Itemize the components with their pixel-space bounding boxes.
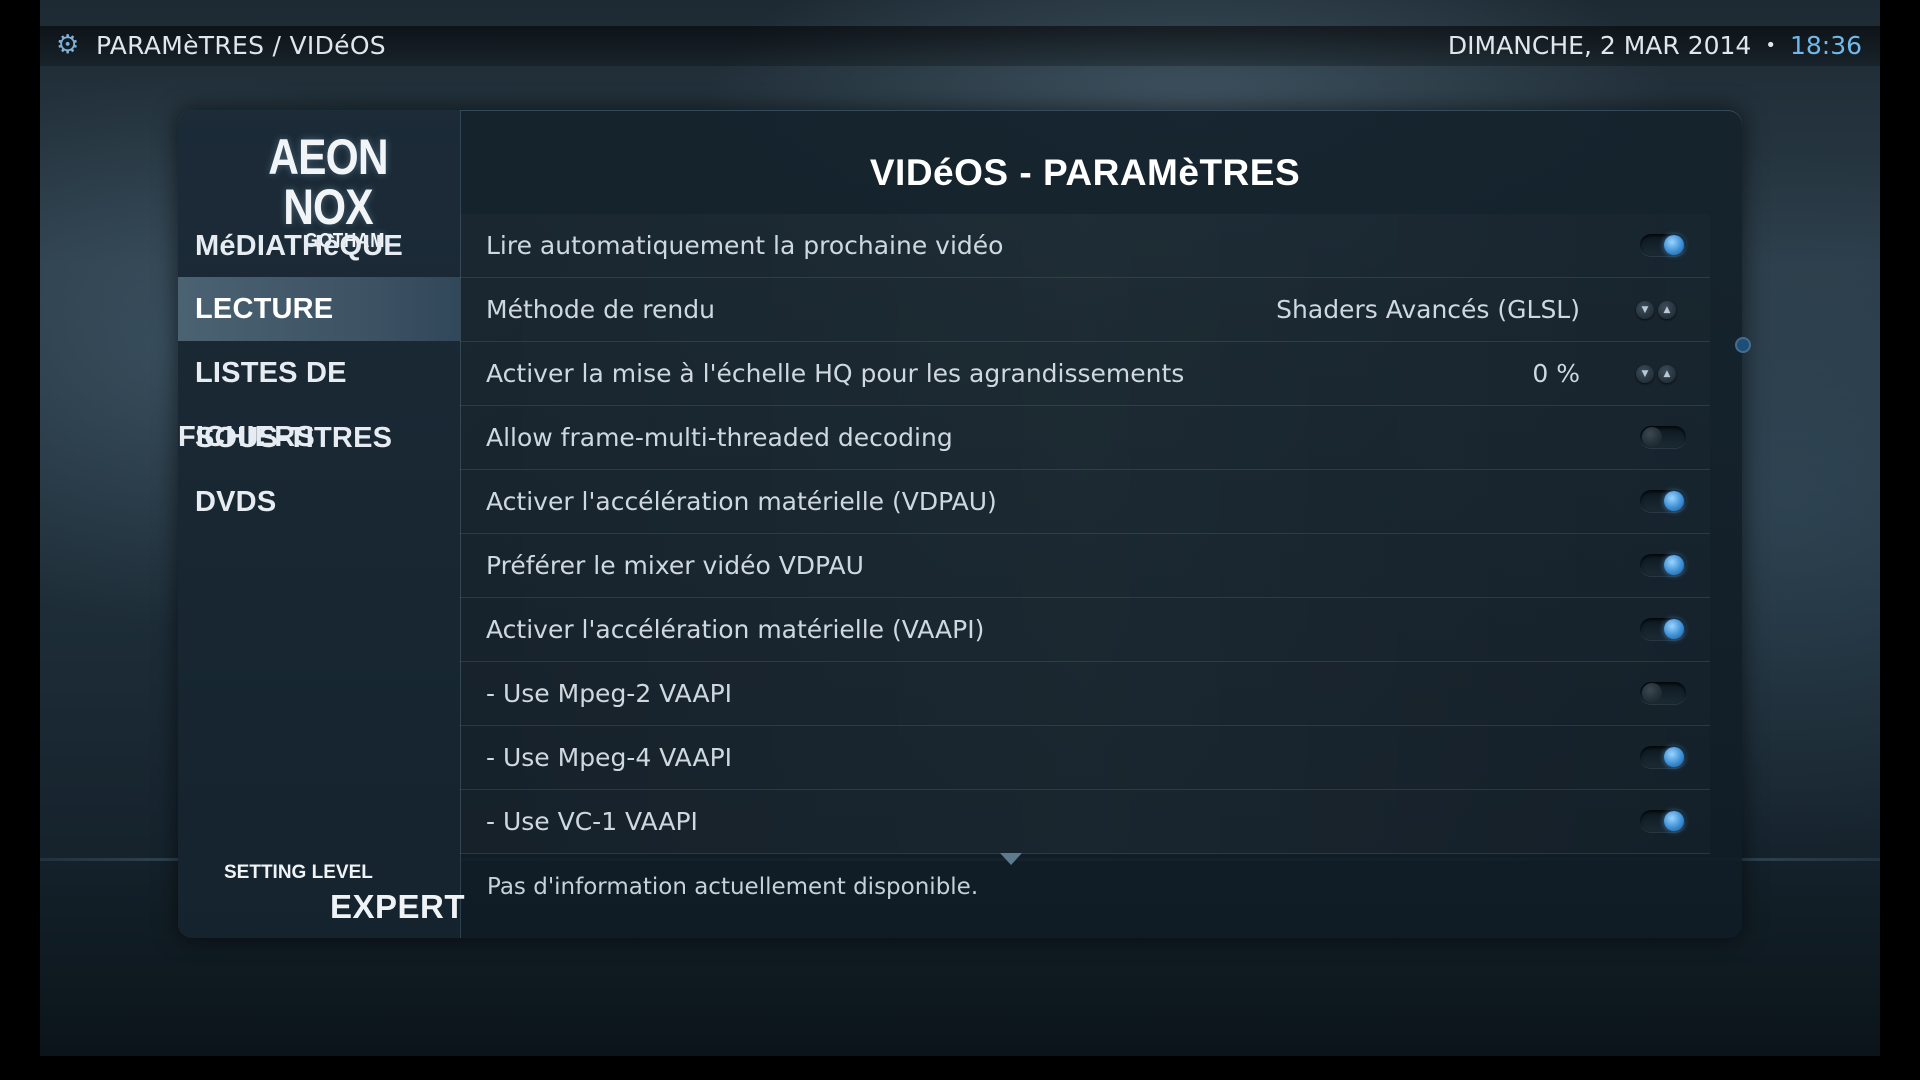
spinner-control[interactable]: ▼ ▲: [1636, 301, 1680, 319]
category-sous-titres[interactable]: SOUS-TITRES: [178, 406, 460, 470]
toggle-knob: [1664, 747, 1684, 767]
toggle-knob: [1664, 555, 1684, 575]
setting-label: Activer l'accélération matérielle (VDPAU…: [486, 487, 997, 516]
toggle-switch[interactable]: [1640, 746, 1686, 768]
setting-label: - Use VC-1 VAAPI: [486, 807, 698, 836]
setting-label: - Use Mpeg-4 VAAPI: [486, 743, 733, 772]
spinner-control[interactable]: ▼ ▲: [1636, 365, 1680, 383]
toggle-switch[interactable]: [1640, 618, 1686, 640]
clock-separator: •: [1765, 34, 1776, 56]
toggle-switch[interactable]: [1640, 234, 1686, 256]
toggle-switch[interactable]: [1640, 490, 1686, 512]
date: DIMANCHE, 2 MAR 2014: [1447, 30, 1752, 60]
setting-label: Allow frame-multi-threaded decoding: [486, 423, 953, 452]
clock: DIMANCHE, 2 MAR 2014 • 18:36: [1448, 28, 1862, 62]
toggle-switch[interactable]: [1640, 426, 1686, 448]
category-lecture[interactable]: LECTURE: [178, 277, 460, 341]
toggle-knob: [1642, 427, 1662, 447]
gear-icon: ⚙: [56, 30, 80, 60]
scrollbar-indicator[interactable]: [1737, 339, 1749, 351]
arrow-down-icon[interactable]: ▼: [1636, 301, 1654, 319]
setting-row[interactable]: - Use VC-1 VAAPI: [460, 790, 1710, 854]
breadcrumb-text: PARAMèTRES / VIDéOS: [96, 30, 386, 60]
arrow-up-icon[interactable]: ▲: [1658, 301, 1676, 319]
setting-row[interactable]: Activer l'accélération matérielle (VAAPI…: [460, 598, 1710, 662]
setting-row[interactable]: Allow frame-multi-threaded decoding: [460, 406, 1710, 470]
setting-value: 0 %: [1532, 359, 1580, 388]
setting-row[interactable]: - Use Mpeg-4 VAAPI: [460, 726, 1710, 790]
toggle-switch[interactable]: [1640, 810, 1686, 832]
setting-level-value[interactable]: EXPERT: [330, 888, 465, 926]
setting-level-label: SETTING LEVEL: [224, 862, 373, 883]
toggle-knob: [1664, 491, 1684, 511]
setting-row[interactable]: - Use Mpeg-2 VAAPI: [460, 662, 1710, 726]
scroll-down-indicator-icon[interactable]: [1000, 853, 1022, 865]
setting-label: Méthode de rendu: [486, 295, 715, 324]
toggle-knob: [1664, 235, 1684, 255]
toggle-knob: [1664, 619, 1684, 639]
category-listes-de-fichiers[interactable]: LISTES DE FICHIERS: [178, 341, 460, 453]
category-mediatheque[interactable]: MéDIATHèQUE: [178, 214, 460, 278]
category-dvds[interactable]: DVDS: [178, 470, 460, 534]
setting-label: - Use Mpeg-2 VAAPI: [486, 679, 733, 708]
setting-label: Lire automatiquement la prochaine vidéo: [486, 231, 1004, 260]
setting-value: Shaders Avancés (GLSL): [1276, 295, 1580, 324]
setting-row[interactable]: Activer la mise à l'échelle HQ pour les …: [460, 342, 1710, 406]
time: 18:36: [1789, 30, 1862, 60]
toggle-knob: [1642, 683, 1662, 703]
setting-label: Activer l'accélération matérielle (VAAPI…: [486, 615, 985, 644]
breadcrumb: ⚙ PARAMèTRES / VIDéOS: [56, 28, 386, 62]
toggle-switch[interactable]: [1640, 554, 1686, 576]
setting-row[interactable]: Activer l'accélération matérielle (VDPAU…: [460, 470, 1710, 534]
arrow-up-icon[interactable]: ▲: [1658, 365, 1676, 383]
toggle-knob: [1664, 811, 1684, 831]
setting-label: Préférer le mixer vidéo VDPAU: [486, 551, 864, 580]
toggle-switch[interactable]: [1640, 682, 1686, 704]
setting-label: Activer la mise à l'échelle HQ pour les …: [486, 359, 1185, 388]
arrow-down-icon[interactable]: ▼: [1636, 365, 1654, 383]
setting-row[interactable]: Méthode de rendu Shaders Avancés (GLSL) …: [460, 278, 1710, 342]
setting-row[interactable]: Lire automatiquement la prochaine vidéo: [460, 214, 1710, 278]
setting-description: Pas d'information actuellement disponibl…: [487, 874, 979, 900]
setting-row[interactable]: Préférer le mixer vidéo VDPAU: [460, 534, 1710, 598]
page-title: VIDéOS - PARAMèTRES: [869, 152, 1301, 193]
